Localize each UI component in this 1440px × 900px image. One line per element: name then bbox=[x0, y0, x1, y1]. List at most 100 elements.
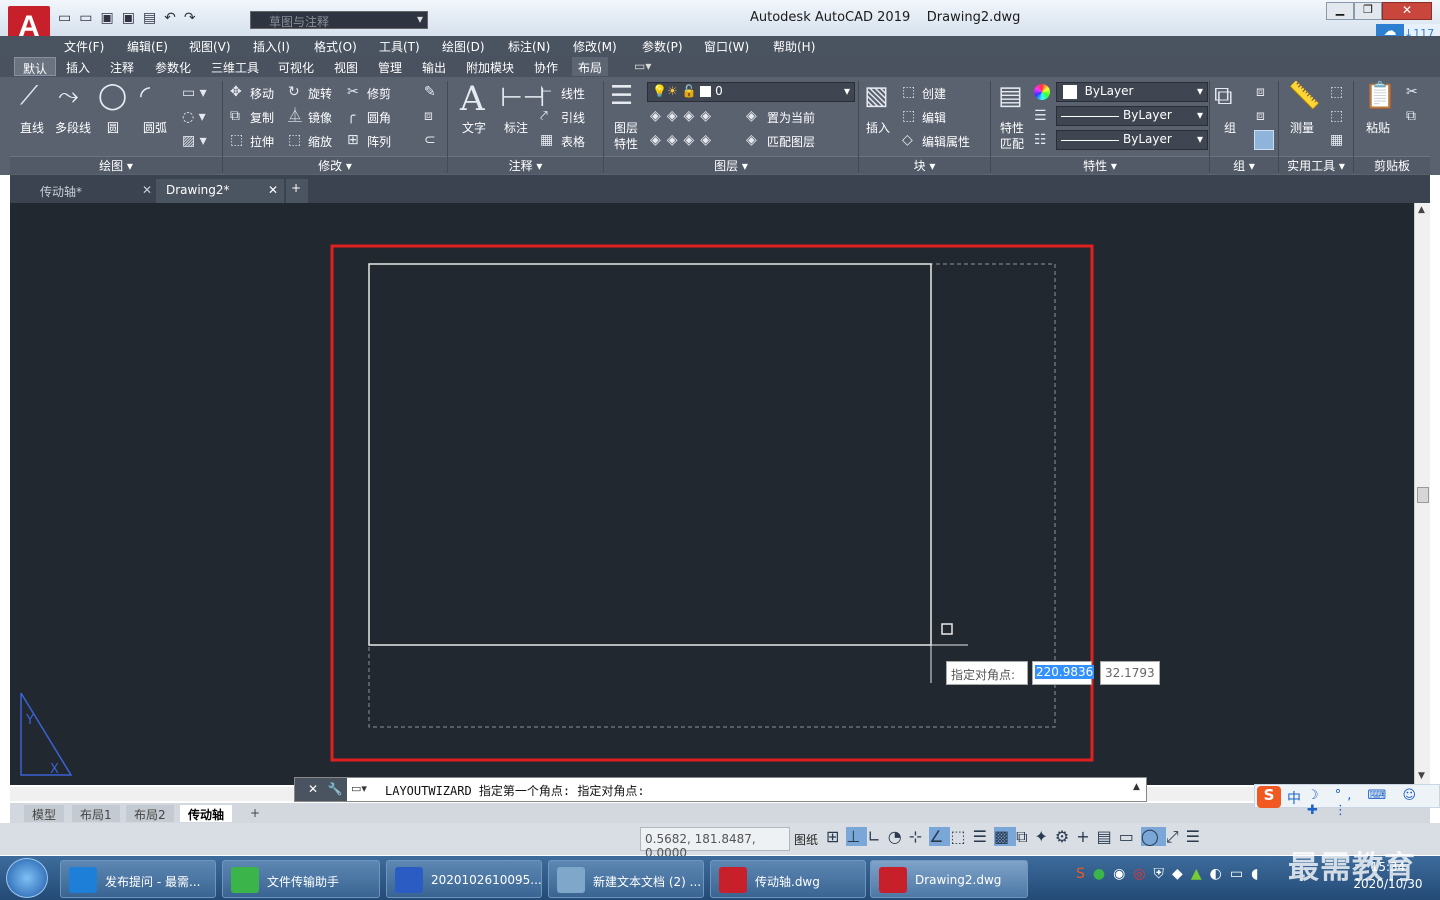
ortho-icon[interactable]: ∟ bbox=[867, 827, 887, 846]
wechat-tray-icon[interactable]: ● bbox=[1093, 866, 1113, 882]
match-layer-label[interactable]: 匹配图层 bbox=[767, 133, 815, 150]
tab-view[interactable]: 视图 bbox=[334, 59, 358, 76]
polar-icon[interactable]: ◔ bbox=[888, 827, 909, 846]
osnap-icon[interactable]: ⊹ bbox=[909, 827, 929, 846]
create-block-icon[interactable]: ⬚ bbox=[902, 84, 915, 100]
set-current-icon[interactable]: ◈ bbox=[746, 108, 757, 124]
mirror-icon[interactable]: ⏅ bbox=[288, 108, 302, 124]
layer-tools-row2[interactable]: ◈◈◈◈ bbox=[650, 132, 717, 148]
move-label[interactable]: 移动 bbox=[250, 85, 274, 102]
color-wheel-icon[interactable] bbox=[1034, 84, 1050, 100]
copy-icon[interactable]: ⧉ bbox=[230, 108, 240, 124]
close-icon[interactable]: ✕ bbox=[142, 183, 152, 197]
group-icon[interactable]: ⧉ bbox=[1214, 81, 1233, 111]
ungroup-icon[interactable]: ⧈ bbox=[1256, 84, 1265, 100]
text-icon[interactable]: A bbox=[460, 79, 485, 119]
close-icon[interactable]: ✕ bbox=[1382, 2, 1432, 20]
network-tray-icon[interactable]: ◉ bbox=[1113, 866, 1133, 882]
sogou-tray-icon[interactable]: S bbox=[1076, 866, 1093, 882]
maximize-icon[interactable]: ❐ bbox=[1354, 2, 1382, 20]
grid-icon[interactable]: ⊞ bbox=[826, 827, 846, 846]
edit-block-label[interactable]: 编辑 bbox=[922, 109, 946, 126]
draw-panel-title[interactable]: 绘图 ▾ bbox=[10, 156, 222, 174]
drawing-canvas[interactable]: Y X 指定对角点: 220.9836 32.1793 ▲ ▼ bbox=[10, 203, 1430, 801]
coordinates-display[interactable]: 0.5682, 181.8487, 0.0000 bbox=[640, 827, 790, 860]
arc-icon[interactable]: ◜ bbox=[140, 81, 150, 111]
utilities-panel-title[interactable]: 实用工具 ▾ bbox=[1279, 156, 1353, 174]
ellipse-icon[interactable]: ◌ ▾ bbox=[182, 109, 206, 125]
scale-label[interactable]: 缩放 bbox=[308, 133, 332, 150]
new-icon[interactable]: ▭ bbox=[58, 10, 79, 26]
nvidia-tray-icon[interactable]: ▲ bbox=[1191, 866, 1210, 882]
scale-icon[interactable]: ⬚ bbox=[288, 132, 301, 148]
dynucs-icon[interactable]: ⬚ bbox=[950, 827, 972, 846]
display-tray-icon[interactable]: ▭ bbox=[1230, 866, 1251, 882]
ime-mode[interactable]: 中 bbox=[1287, 788, 1301, 808]
dimension-icon[interactable]: ⊢⊣ bbox=[500, 83, 545, 113]
menu-window[interactable]: 窗口(W) bbox=[704, 38, 749, 55]
set-current-label[interactable]: 置为当前 bbox=[767, 109, 815, 126]
lineweight-toggle-icon[interactable]: ☰ bbox=[973, 827, 994, 846]
vertical-scrollbar[interactable]: ▲ ▼ bbox=[1414, 203, 1430, 785]
qq-tray-icon[interactable]: ◐ bbox=[1210, 866, 1230, 882]
menu-draw[interactable]: 绘图(D) bbox=[442, 38, 485, 55]
offset-icon[interactable]: ⊂ bbox=[424, 132, 436, 148]
ime-tools-icon[interactable]: ☽ °, ⌨ ☺ ✚ ⋮ bbox=[1307, 788, 1439, 818]
menu-file[interactable]: 文件(F) bbox=[64, 38, 104, 55]
mirror-label[interactable]: 镜像 bbox=[308, 109, 332, 126]
annotation-panel-title[interactable]: 注释 ▾ bbox=[448, 156, 603, 174]
menu-format[interactable]: 格式(O) bbox=[314, 38, 357, 55]
redo-icon[interactable]: ↷ bbox=[184, 10, 204, 26]
move-icon[interactable]: ✥ bbox=[230, 84, 242, 100]
layers-panel-title[interactable]: 图层 ▾ bbox=[604, 156, 858, 174]
save-icon[interactable]: ▣ bbox=[100, 10, 121, 26]
rectangle-icon[interactable]: ▭ ▾ bbox=[182, 85, 207, 101]
menu-insert[interactable]: 插入(I) bbox=[253, 38, 290, 55]
array-icon[interactable]: ⊞ bbox=[347, 132, 359, 148]
block-panel-title[interactable]: 块 ▾ bbox=[859, 156, 990, 174]
taskbar-item-wechat[interactable]: 文件传输助手 bbox=[222, 860, 380, 898]
match-layer-icon[interactable]: ◈ bbox=[746, 132, 757, 148]
sogou-logo-icon[interactable]: S bbox=[1257, 786, 1281, 808]
workspace-icon[interactable]: ⚙ bbox=[1055, 827, 1076, 846]
minimize-icon[interactable]: ▁ bbox=[1326, 2, 1354, 20]
linetype-icon[interactable]: ☰ bbox=[1034, 108, 1047, 124]
doc-tab-transmission-shaft[interactable]: 传动轴* ✕ bbox=[30, 179, 158, 203]
layout-tab-layout2[interactable]: 布局2 bbox=[126, 805, 174, 822]
properties-panel-title[interactable]: 特性 ▾ bbox=[991, 156, 1209, 174]
dynamic-input-x-field[interactable]: 220.9836 bbox=[1032, 661, 1095, 685]
security-tray-icon[interactable]: ⛨ bbox=[1154, 866, 1173, 882]
array-label[interactable]: 阵列 bbox=[367, 133, 391, 150]
open-icon[interactable]: ▭ bbox=[79, 10, 100, 26]
annotation-scale-icon[interactable]: ✦ bbox=[1035, 827, 1055, 846]
leader-label[interactable]: 引线 bbox=[561, 109, 585, 126]
create-block-label[interactable]: 创建 bbox=[922, 85, 946, 102]
paper-space-button[interactable]: 图纸 bbox=[794, 831, 818, 848]
table-icon[interactable]: ▦ bbox=[540, 132, 553, 148]
start-button[interactable] bbox=[6, 858, 48, 898]
color-dropdown[interactable]: ByLayer ▾ bbox=[1056, 82, 1208, 102]
fullscreen-icon[interactable]: ⤢ bbox=[1166, 827, 1186, 846]
hatch-icon[interactable]: ▨ ▾ bbox=[182, 133, 207, 149]
group-edit-icon[interactable]: ⧈ bbox=[1256, 108, 1265, 124]
taskbar-item-autocad-drawing2[interactable]: Drawing2.dwg bbox=[870, 860, 1028, 898]
tab-default[interactable]: 默认 bbox=[14, 57, 57, 76]
leader-icon[interactable]: ⤤ bbox=[540, 108, 548, 124]
transparency-icon[interactable]: ▩ bbox=[993, 827, 1017, 846]
linetype-dropdown[interactable]: ByLayer ▾ bbox=[1056, 106, 1208, 126]
menu-modify[interactable]: 修改(M) bbox=[573, 38, 617, 55]
command-line[interactable]: ✕ 🔧 ▭▾ LAYOUTWIZARD 指定第一个角点: 指定对角点: ▲ bbox=[294, 777, 1147, 802]
cmd-prompt-icon[interactable]: ▭▾ bbox=[351, 782, 367, 795]
menu-parametric[interactable]: 参数(P) bbox=[642, 38, 683, 55]
scroll-up-icon[interactable]: ▲ bbox=[1418, 205, 1425, 215]
linear-label[interactable]: 线性 bbox=[561, 85, 585, 102]
group-panel-title[interactable]: 组 ▾ bbox=[1210, 156, 1278, 174]
close-icon[interactable]: ✕ bbox=[268, 183, 278, 197]
fillet-icon[interactable]: ╭ bbox=[347, 108, 355, 124]
taskbar-item-autocad-shaft[interactable]: 传动轴.dwg bbox=[710, 860, 866, 898]
selection-cycling-icon[interactable]: ⧉ bbox=[1016, 827, 1034, 846]
tab-manage[interactable]: 管理 bbox=[378, 59, 402, 76]
modify-panel-title[interactable]: 修改 ▾ bbox=[223, 156, 447, 174]
tab-parametric[interactable]: 参数化 bbox=[155, 59, 191, 76]
undo-icon[interactable]: ↶ bbox=[164, 10, 184, 26]
